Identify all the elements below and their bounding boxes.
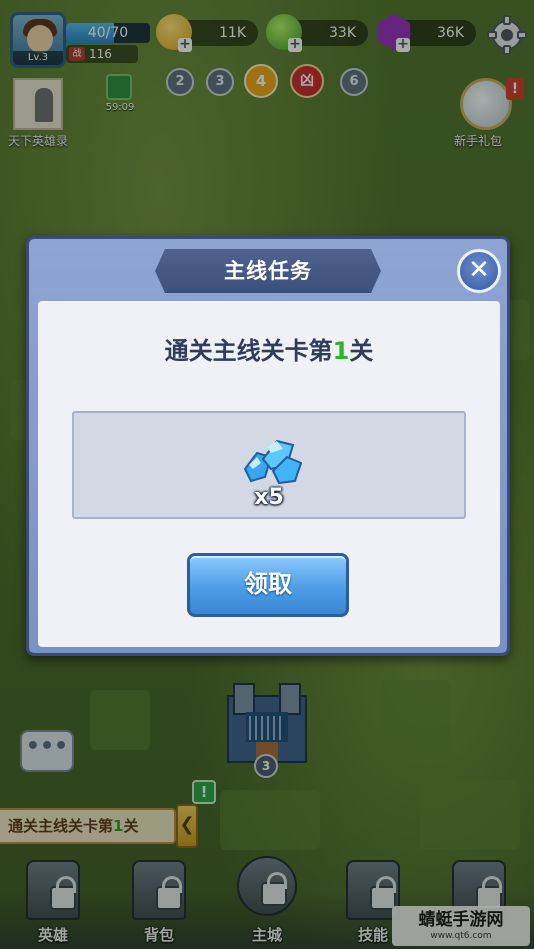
close-icon: ✕	[468, 255, 490, 285]
reward-box: x5	[72, 411, 466, 519]
main-quest-dialog: 主线任务 ✕ 通关主线关卡第1关 x5 领取	[26, 236, 510, 656]
dialog-content-panel: 通关主线关卡第1关 x5 领取	[38, 301, 500, 647]
task-suffix: 关	[349, 337, 374, 365]
task-number: 1	[332, 337, 350, 365]
close-button[interactable]: ✕	[457, 249, 501, 293]
task-prefix: 通关主线关卡第	[164, 337, 333, 365]
reward-quantity: x5	[254, 485, 284, 510]
blue-diamond-icon	[243, 439, 303, 485]
claim-button[interactable]: 领取	[187, 553, 349, 617]
dialog-title: 主线任务	[224, 259, 312, 283]
task-description: 通关主线关卡第1关	[38, 331, 500, 366]
